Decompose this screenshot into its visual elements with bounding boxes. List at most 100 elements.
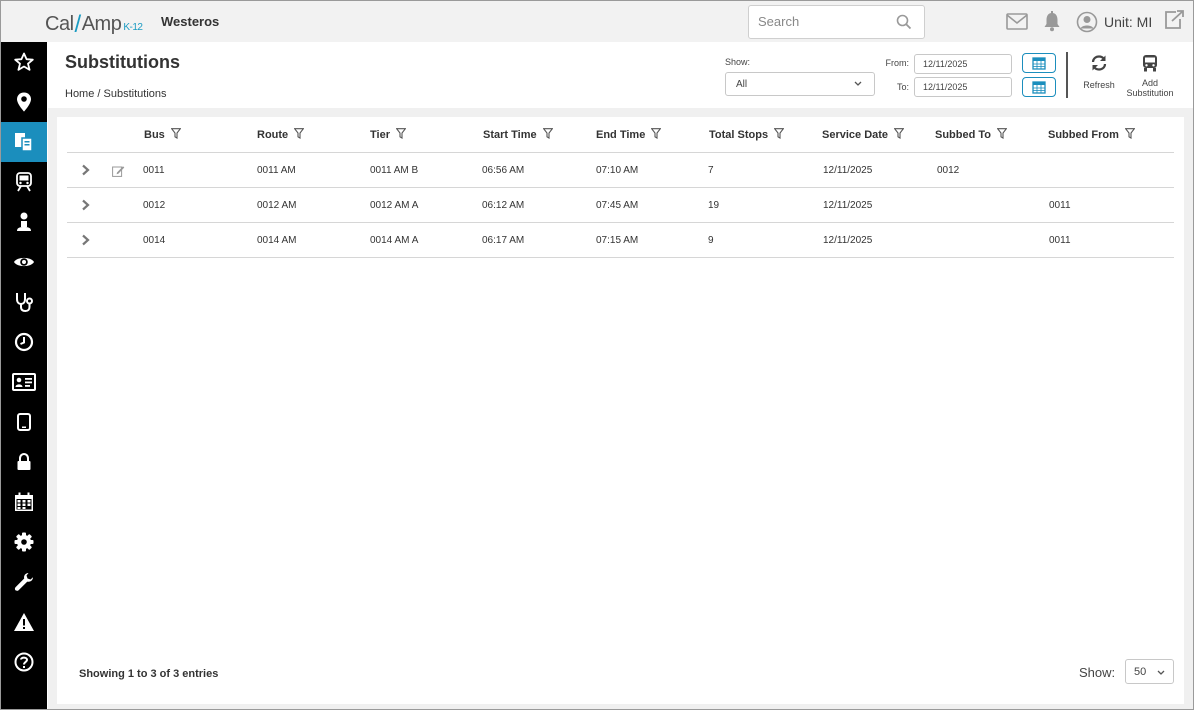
sidebar-item-settings[interactable]	[1, 522, 47, 562]
to-calendar-button[interactable]	[1022, 77, 1056, 97]
column-header[interactable]: Subbed To	[935, 128, 1008, 142]
app-window: Cal/AmpK-12 Westeros Unit: MI	[0, 0, 1194, 710]
eye-icon	[14, 257, 34, 267]
cell-start: 06:56 AM	[482, 165, 525, 176]
column-header[interactable]: Subbed From	[1048, 128, 1136, 142]
column-header[interactable]: Route	[257, 128, 305, 142]
clock-icon	[14, 332, 34, 352]
from-date-input[interactable]: 12/11/2025	[914, 54, 1012, 74]
edit-icon[interactable]	[112, 164, 125, 182]
sidebar-item-security[interactable]	[1, 442, 47, 482]
sidebar-item-directory[interactable]	[1, 362, 47, 402]
show-filter-select[interactable]: All	[725, 72, 875, 96]
user-avatar-icon[interactable]	[1076, 11, 1098, 38]
cell-end: 07:45 AM	[596, 200, 639, 211]
sidebar-item-favorites[interactable]	[1, 42, 47, 82]
cell-to: 0012	[937, 165, 960, 176]
from-calendar-button[interactable]	[1022, 53, 1056, 73]
bus-icon	[1143, 55, 1157, 72]
cell-tier: 0012 AM A	[370, 200, 419, 211]
filter-icon[interactable]	[542, 128, 554, 142]
sidebar-item-devices[interactable]	[1, 402, 47, 442]
substitutions-table: Bus Route Tier Start Time End Time Total Stop…	[67, 117, 1174, 258]
star-icon	[14, 52, 34, 71]
refresh-button[interactable]: Refresh	[1081, 54, 1117, 90]
page-size-label: Show:	[1079, 665, 1116, 680]
sidebar-item-substitutions[interactable]	[1, 122, 47, 162]
sidebar-item-health[interactable]	[1, 282, 47, 322]
unit-label[interactable]: Unit: MI	[1104, 14, 1152, 30]
cell-bus: 0014	[143, 235, 166, 246]
column-header[interactable]: Bus	[144, 128, 182, 142]
sidebar-item-history[interactable]	[1, 322, 47, 362]
page-size-select[interactable]: 50	[1125, 659, 1174, 684]
map-pin-icon	[17, 92, 31, 112]
filter-icon[interactable]	[773, 128, 785, 142]
table-row[interactable]: 0014 0014 AM 0014 AM A 06:17 AM 07:15 AM 9 12/…	[67, 223, 1174, 258]
help-icon	[14, 652, 34, 672]
chevron-right-icon[interactable]	[81, 233, 91, 251]
substitutions-panel: Bus Route Tier Start Time End Time Total Stop…	[57, 117, 1184, 704]
sidebar-item-map[interactable]	[1, 82, 47, 122]
organization-name: Westeros	[161, 14, 220, 29]
filter-icon[interactable]	[996, 128, 1008, 142]
cell-end: 07:15 AM	[596, 235, 639, 246]
cell-date: 12/11/2025	[823, 200, 873, 211]
table-row[interactable]: 0011 0011 AM 0011 AM B 06:56 AM 07:10 AM 7 12/…	[67, 153, 1174, 188]
sidebar-item-monitor[interactable]	[1, 242, 47, 282]
external-link-icon[interactable]	[1163, 10, 1185, 35]
column-header[interactable]: Tier	[370, 128, 407, 142]
cell-stops: 19	[708, 200, 720, 211]
column-header-label: Service Date	[822, 129, 889, 141]
column-header[interactable]: End Time	[596, 128, 662, 142]
id-card-icon	[12, 373, 36, 391]
to-date-input[interactable]: 12/11/2025	[914, 77, 1012, 97]
show-filter-value: All	[736, 79, 748, 90]
chevron-down-icon	[1157, 667, 1165, 679]
column-header-label: Bus	[144, 129, 165, 141]
cell-from: 0011	[1049, 235, 1071, 246]
page-size-value: 50	[1134, 666, 1147, 678]
search-box[interactable]	[748, 5, 925, 39]
filter-icon[interactable]	[293, 128, 305, 142]
search-icon[interactable]	[896, 14, 912, 35]
filter-icon[interactable]	[170, 128, 182, 142]
column-header[interactable]: Service Date	[822, 128, 905, 142]
column-header-label: End Time	[596, 129, 646, 141]
cell-end: 07:10 AM	[596, 165, 639, 176]
bus-icon	[16, 172, 32, 192]
bell-icon[interactable]	[1043, 11, 1061, 37]
add-substitution-button[interactable]: Add Substitution	[1123, 54, 1177, 98]
sidebar-item-vehicles[interactable]	[1, 162, 47, 202]
sidebar-item-calendar[interactable]	[1, 482, 47, 522]
tablet-icon	[17, 413, 31, 431]
top-bar: Cal/AmpK-12 Westeros Unit: MI	[1, 1, 1193, 42]
sidebar-item-alerts[interactable]	[1, 602, 47, 642]
cell-start: 06:12 AM	[482, 200, 525, 211]
from-date-label: From:	[885, 58, 910, 68]
substitutions-icon	[15, 133, 33, 152]
filter-icon[interactable]	[1124, 128, 1136, 142]
column-header-label: Start Time	[483, 129, 537, 141]
filter-icon[interactable]	[650, 128, 662, 142]
table-row[interactable]: 0012 0012 AM 0012 AM A 06:12 AM 07:45 AM 19 12…	[67, 188, 1174, 223]
cell-stops: 7	[708, 165, 714, 176]
gear-icon	[14, 532, 34, 552]
column-header[interactable]: Start Time	[483, 128, 554, 142]
cell-tier: 0011 AM B	[370, 165, 419, 176]
add-label-line2: Substitution	[1126, 88, 1174, 98]
search-input[interactable]	[758, 14, 888, 29]
chevron-right-icon[interactable]	[81, 198, 91, 216]
filter-icon[interactable]	[893, 128, 905, 142]
sidebar-item-help[interactable]	[1, 642, 47, 682]
sidebar-item-students[interactable]	[1, 202, 47, 242]
cell-start: 06:17 AM	[482, 235, 525, 246]
filter-icon[interactable]	[395, 128, 407, 142]
column-header[interactable]: Total Stops	[709, 128, 785, 142]
stethoscope-icon	[16, 293, 33, 313]
calamp-logo[interactable]: Cal / Amp K-12	[45, 9, 143, 38]
sidebar-item-tools[interactable]	[1, 562, 47, 602]
mail-icon[interactable]	[1006, 13, 1028, 35]
breadcrumb[interactable]: Home / Substitutions	[65, 88, 167, 100]
chevron-right-icon[interactable]	[81, 163, 91, 181]
